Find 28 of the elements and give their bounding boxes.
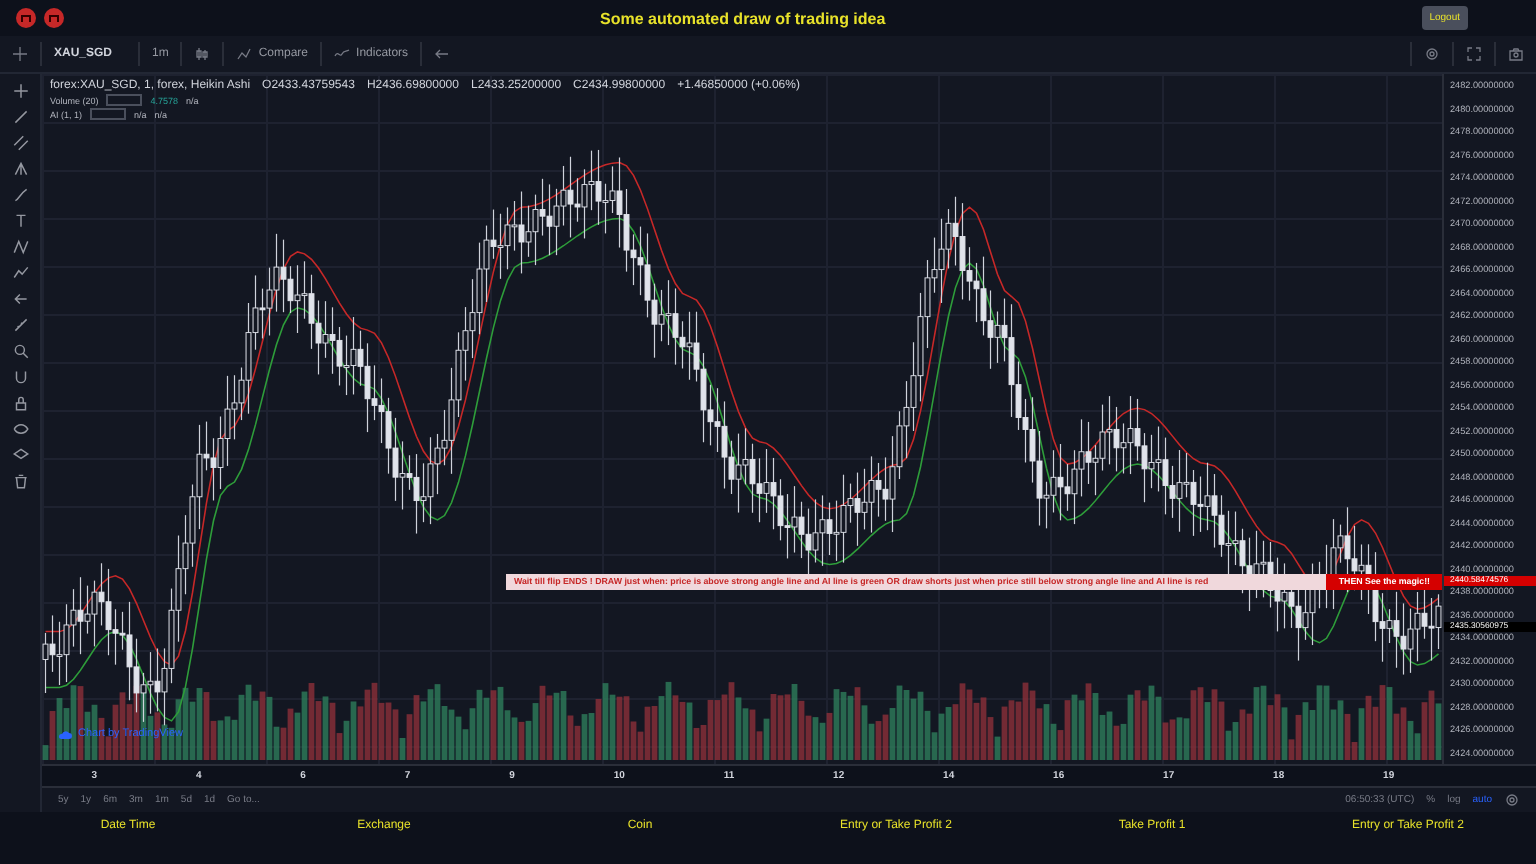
fullscreen-icon[interactable]	[1466, 46, 1482, 62]
trash-icon[interactable]	[11, 472, 29, 490]
zoom-icon[interactable]	[11, 342, 29, 360]
eye-icon[interactable]	[11, 420, 29, 438]
compare-icon[interactable]	[236, 46, 253, 62]
forecast-icon[interactable]	[11, 264, 29, 282]
pitchfork-icon[interactable]	[11, 160, 29, 178]
undo-icon[interactable]	[434, 46, 451, 62]
ruler-icon[interactable]	[11, 316, 29, 334]
magnet-icon[interactable]	[11, 368, 29, 386]
brush-icon[interactable]	[11, 186, 29, 204]
round-logo-icon[interactable]	[16, 8, 36, 28]
lock-icon[interactable]	[11, 394, 29, 412]
parallel-lines-icon[interactable]	[11, 134, 29, 152]
crosshair-icon[interactable]	[11, 82, 29, 100]
arrow-icon[interactable]	[11, 290, 29, 308]
crosshair-icon[interactable]	[12, 46, 28, 62]
settings-icon[interactable]	[1504, 791, 1520, 808]
settings-icon[interactable]	[1424, 46, 1440, 62]
line-icon[interactable]	[11, 108, 29, 126]
round-logo-icon[interactable]	[44, 8, 64, 28]
indicators-icon[interactable]	[334, 46, 351, 62]
pattern-icon[interactable]	[11, 238, 29, 256]
page-title: Some automated draw of trading idea	[598, 9, 888, 27]
text-tool-icon[interactable]	[11, 212, 29, 230]
candles-icon[interactable]	[194, 46, 211, 62]
cloud-icon	[58, 729, 72, 739]
camera-icon[interactable]	[1508, 46, 1524, 62]
